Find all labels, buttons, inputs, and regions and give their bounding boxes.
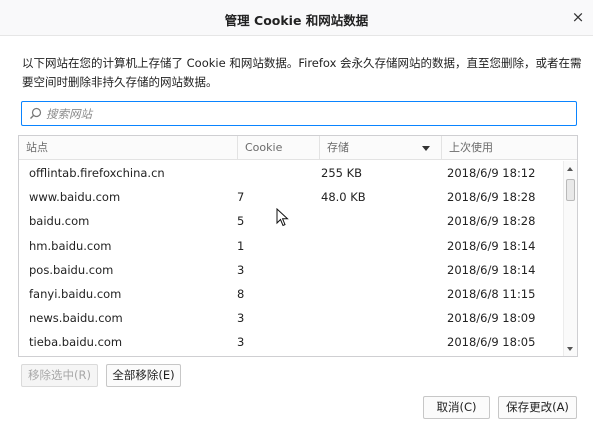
site-data-table: 站点 Cookie 存储 上次使用 offlintab.firefoxchina… <box>18 135 578 357</box>
scrollbar-thumb[interactable] <box>566 179 575 201</box>
column-header-site[interactable]: 站点 <box>19 136 237 160</box>
cell-cookie: 3 <box>237 335 245 350</box>
cell-cookie: 8 <box>237 286 245 301</box>
cell-last-used: 2018/6/9 18:14 <box>447 262 536 277</box>
column-header-last-used[interactable]: 上次使用 <box>441 136 563 160</box>
cell-last-used: 2018/6/9 18:05 <box>447 335 536 350</box>
table-header: 站点 Cookie 存储 上次使用 <box>19 136 577 160</box>
cell-last-used: 2018/6/9 18:12 <box>447 166 536 180</box>
cell-last-used: 2018/6/9 18:09 <box>447 311 536 326</box>
cell-last-used: 2018/6/9 18:14 <box>447 238 536 253</box>
cell-last-used: 2018/6/9 18:28 <box>447 190 536 205</box>
sort-descending-icon <box>422 146 430 151</box>
table-row[interactable]: tieba.baidu.com 3 2018/6/9 18:05 <box>19 330 563 354</box>
close-icon: × <box>571 8 585 26</box>
close-button[interactable]: × <box>567 6 589 28</box>
table-row[interactable]: fanyi.baidu.com 8 2018/6/8 11:15 <box>19 282 563 306</box>
cell-site: news.baidu.com <box>29 311 123 326</box>
table-row[interactable]: pos.baidu.com 3 2018/6/9 18:14 <box>19 258 563 282</box>
cell-storage: 255 KB <box>321 166 363 180</box>
cell-site: baidu.com <box>29 214 90 229</box>
column-header-cookie[interactable]: Cookie <box>237 136 319 160</box>
dialog-title: 管理 Cookie 和网站数据 <box>224 13 369 28</box>
search-input[interactable] <box>46 105 566 122</box>
cell-site: fanyi.baidu.com <box>29 286 122 301</box>
table-row[interactable]: offlintab.firefoxchina.cn 255 KB 2018/6/… <box>19 161 563 185</box>
cancel-button[interactable]: 取消(C) <box>423 396 490 419</box>
search-box[interactable] <box>21 101 577 126</box>
cell-cookie: 3 <box>237 262 245 277</box>
table-body: offlintab.firefoxchina.cn 255 KB 2018/6/… <box>19 161 563 355</box>
table-row[interactable]: hm.baidu.com 1 2018/6/9 18:14 <box>19 234 563 258</box>
table-scrollbar[interactable] <box>563 161 577 356</box>
cell-cookie: 1 <box>237 238 245 253</box>
table-row[interactable]: news.baidu.com 3 2018/6/9 18:09 <box>19 306 563 330</box>
remove-selected-button[interactable]: 移除选中(R) <box>21 364 98 387</box>
column-header-storage[interactable]: 存储 <box>319 136 441 160</box>
dialog-titlebar: 管理 Cookie 和网站数据 × <box>0 0 593 36</box>
cell-site: pos.baidu.com <box>29 262 114 277</box>
cell-last-used: 2018/6/9 18:28 <box>447 214 536 229</box>
cell-cookie: 3 <box>237 311 245 326</box>
remove-all-button[interactable]: 全部移除(E) <box>106 364 181 387</box>
column-header-storage-label: 存储 <box>327 141 349 154</box>
cell-site: tieba.baidu.com <box>29 335 123 350</box>
scroll-down-arrow-icon[interactable] <box>567 347 573 351</box>
cell-last-used: 2018/6/8 11:15 <box>447 286 536 301</box>
table-row[interactable]: baidu.com 5 2018/6/9 18:28 <box>19 209 563 233</box>
cell-storage: 48.0 KB <box>321 190 366 205</box>
search-icon <box>30 107 42 119</box>
cell-site: hm.baidu.com <box>29 238 112 253</box>
cell-cookie: 7 <box>237 190 245 205</box>
dialog-description: 以下网站在您的计算机上存储了 Cookie 和网站数据。Firefox 会永久存… <box>22 56 582 89</box>
table-row[interactable]: www.baidu.com 7 48.0 KB 2018/6/9 18:28 <box>19 185 563 209</box>
cell-site: www.baidu.com <box>29 190 121 205</box>
cell-site: offlintab.firefoxchina.cn <box>29 166 165 180</box>
cell-cookie: 5 <box>237 214 245 229</box>
scroll-up-arrow-icon[interactable] <box>567 167 573 171</box>
save-changes-button[interactable]: 保存更改(A) <box>498 396 577 419</box>
